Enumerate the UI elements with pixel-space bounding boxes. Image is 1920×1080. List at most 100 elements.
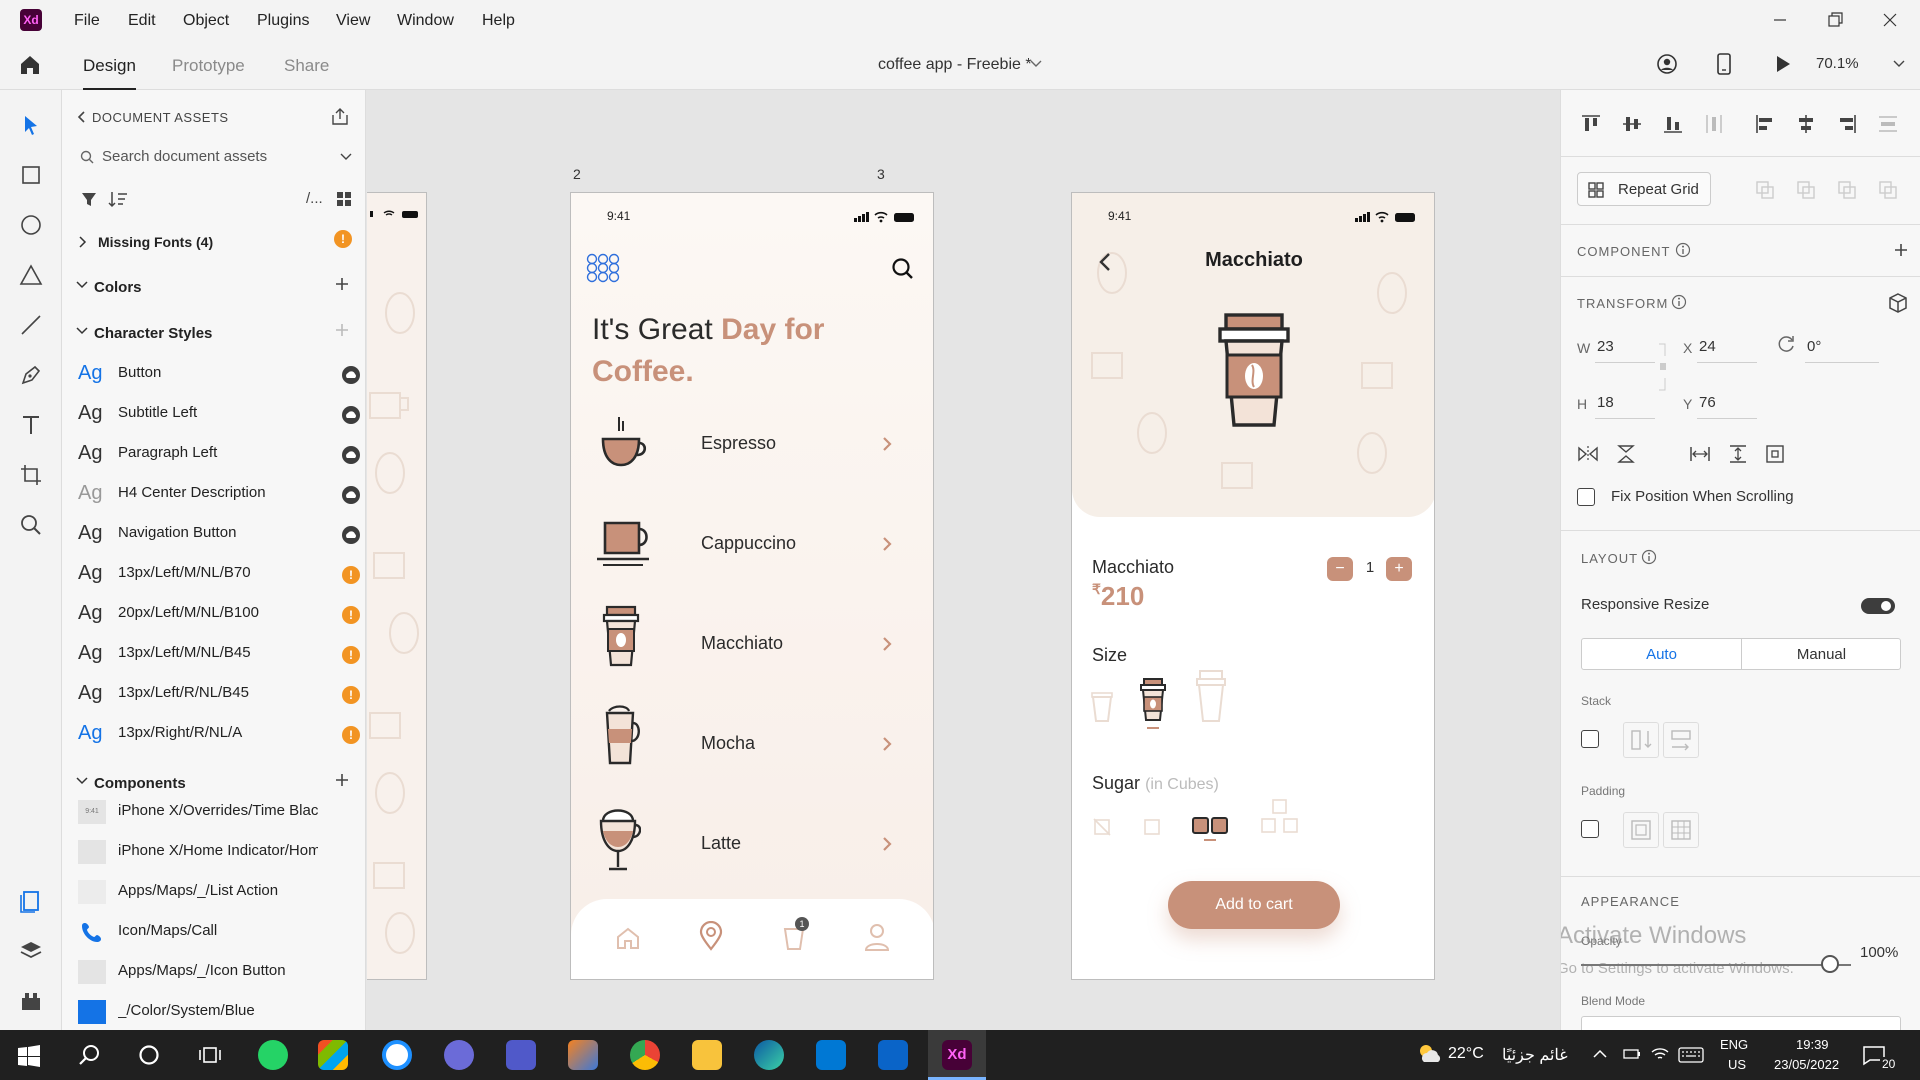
export-icon[interactable]: [330, 106, 350, 126]
char-style-item[interactable]: Ag Subtitle Left: [78, 394, 360, 434]
manual-option[interactable]: Manual: [1742, 646, 1901, 663]
menu-edit[interactable]: Edit: [128, 12, 156, 30]
auto-option[interactable]: Auto: [1582, 646, 1741, 663]
vscode-icon[interactable]: [816, 1040, 846, 1070]
temperature[interactable]: 22°C: [1448, 1045, 1484, 1063]
stack-checkbox[interactable]: [1581, 730, 1599, 748]
char-style-item[interactable]: Ag 13px/Left/M/NL/B45!: [78, 634, 360, 674]
tab-design[interactable]: Design: [83, 56, 136, 90]
weather-icon[interactable]: [1416, 1042, 1444, 1066]
component-item[interactable]: Apps/Maps/_/Icon Button: [78, 952, 358, 992]
component-item[interactable]: Apps/Maps/_/List Action: [78, 872, 358, 912]
opacity-value[interactable]: 100%: [1860, 944, 1898, 961]
chevron-down-icon[interactable]: [1893, 59, 1905, 69]
char-style-item[interactable]: Ag Navigation Button: [78, 514, 360, 554]
zoom-level[interactable]: 70.1%: [1816, 55, 1859, 72]
flip-horizontal-icon[interactable]: [1577, 444, 1599, 464]
boolean-exclude-icon[interactable]: [1878, 180, 1898, 200]
menu-help[interactable]: Help: [482, 12, 515, 30]
battery-icon[interactable]: [1622, 1046, 1642, 1062]
boolean-intersect-icon[interactable]: [1837, 180, 1857, 200]
component-item[interactable]: _/Color/System/Blue: [78, 992, 358, 1030]
artboard-2[interactable]: 9:41 It's Great Day for Coffee. Espresso …: [570, 192, 934, 980]
align-right-icon[interactable]: [1837, 114, 1857, 134]
component-item[interactable]: Icon/Maps/Call: [78, 912, 358, 952]
pen-tool-icon[interactable]: [18, 362, 44, 388]
responsive-resize-toggle[interactable]: [1861, 598, 1895, 614]
share-user-icon[interactable]: [1656, 53, 1678, 75]
back-chevron-icon[interactable]: [76, 110, 86, 124]
list-view-toggle[interactable]: /...: [306, 190, 323, 207]
align-left-icon[interactable]: [1755, 114, 1775, 134]
xd-taskbar-active[interactable]: Xd: [928, 1030, 986, 1080]
align-middle-icon[interactable]: [1622, 114, 1642, 134]
add-component-icon[interactable]: [334, 772, 350, 788]
rectangle-tool-icon[interactable]: [18, 162, 44, 188]
chevron-down-icon[interactable]: [1030, 59, 1042, 69]
flip-vertical-icon[interactable]: [1615, 444, 1637, 464]
align-top-icon[interactable]: [1581, 114, 1601, 134]
add-color-icon[interactable]: [334, 276, 350, 292]
chevron-down-icon[interactable]: [340, 152, 352, 162]
padding-uniform-icon[interactable]: [1623, 812, 1659, 848]
add-to-cart-button[interactable]: Add to cart: [1168, 881, 1340, 929]
chevron-down-icon[interactable]: [76, 776, 88, 786]
char-style-item[interactable]: Ag Paragraph Left: [78, 434, 360, 474]
char-style-item[interactable]: Ag 13px/Right/R/NL/A!: [78, 714, 360, 754]
home-icon[interactable]: [615, 925, 641, 951]
sugar-none-option[interactable]: [1092, 817, 1112, 837]
store-icon[interactable]: [318, 1040, 348, 1070]
sugar-one-option[interactable]: [1142, 817, 1162, 837]
location-icon[interactable]: [698, 921, 724, 951]
device-preview-icon[interactable]: [1716, 52, 1732, 76]
boolean-subtract-icon[interactable]: [1796, 180, 1816, 200]
chevron-right-icon[interactable]: [881, 435, 893, 453]
clock-time[interactable]: 19:39: [1796, 1037, 1829, 1052]
chevron-right-icon[interactable]: [881, 535, 893, 553]
align-center-icon[interactable]: [1796, 114, 1816, 134]
menu-file[interactable]: File: [74, 12, 100, 30]
artboard-1[interactable]: [367, 192, 427, 980]
ellipse-tool-icon[interactable]: [18, 212, 44, 238]
component-item[interactable]: iPhone X/Home Indicator/Home...: [78, 832, 358, 872]
size-large-option[interactable]: [1194, 669, 1228, 723]
distribute-vertical-icon[interactable]: [1704, 114, 1724, 134]
distribute-h-spacing-icon[interactable]: [1689, 444, 1711, 464]
search-icon[interactable]: [78, 1044, 100, 1066]
search-input[interactable]: Search document assets: [102, 148, 267, 165]
document-title[interactable]: coffee app - Freebie *: [878, 56, 1032, 74]
chevron-up-icon[interactable]: [1592, 1048, 1608, 1060]
character-styles-title[interactable]: Character Styles: [94, 325, 212, 342]
edge-icon[interactable]: [754, 1040, 784, 1070]
fit-content-icon[interactable]: [1765, 444, 1785, 464]
chrome-icon[interactable]: [630, 1040, 660, 1070]
layers-icon[interactable]: [18, 938, 44, 964]
text-tool-icon[interactable]: [18, 412, 44, 438]
increase-qty-button[interactable]: +: [1386, 557, 1412, 581]
discord-icon[interactable]: [444, 1040, 474, 1070]
search-assets[interactable]: Search document assets: [76, 142, 356, 172]
file-explorer-icon[interactable]: [692, 1040, 722, 1070]
char-style-item[interactable]: Ag Button: [78, 354, 360, 394]
lock-aspect-icon[interactable]: [1657, 342, 1669, 392]
size-medium-option[interactable]: [1138, 677, 1168, 723]
decrease-qty-button[interactable]: −: [1327, 557, 1353, 581]
line-tool-icon[interactable]: [18, 312, 44, 338]
region-code[interactable]: US: [1728, 1057, 1746, 1072]
blend-mode-select[interactable]: [1581, 1016, 1901, 1030]
padding-individual-icon[interactable]: [1663, 812, 1699, 848]
stack-vertical-icon[interactable]: [1623, 722, 1659, 758]
weather-text[interactable]: غائم جزئيًا: [1502, 1045, 1568, 1065]
select-tool-icon[interactable]: [18, 112, 44, 138]
app-icon[interactable]: [382, 1040, 412, 1070]
matlab-icon[interactable]: [568, 1040, 598, 1070]
chevron-down-icon[interactable]: [76, 326, 88, 336]
windows-start-icon[interactable]: [18, 1045, 40, 1067]
filter-icon[interactable]: [80, 190, 98, 208]
play-icon[interactable]: [1774, 54, 1792, 74]
opacity-slider-handle[interactable]: [1821, 955, 1839, 973]
distribute-v-spacing-icon[interactable]: [1727, 444, 1749, 464]
padding-checkbox[interactable]: [1581, 820, 1599, 838]
component-item[interactable]: 9:41 iPhone X/Overrides/Time Black: [78, 792, 358, 832]
polygon-tool-icon[interactable]: [18, 262, 44, 288]
